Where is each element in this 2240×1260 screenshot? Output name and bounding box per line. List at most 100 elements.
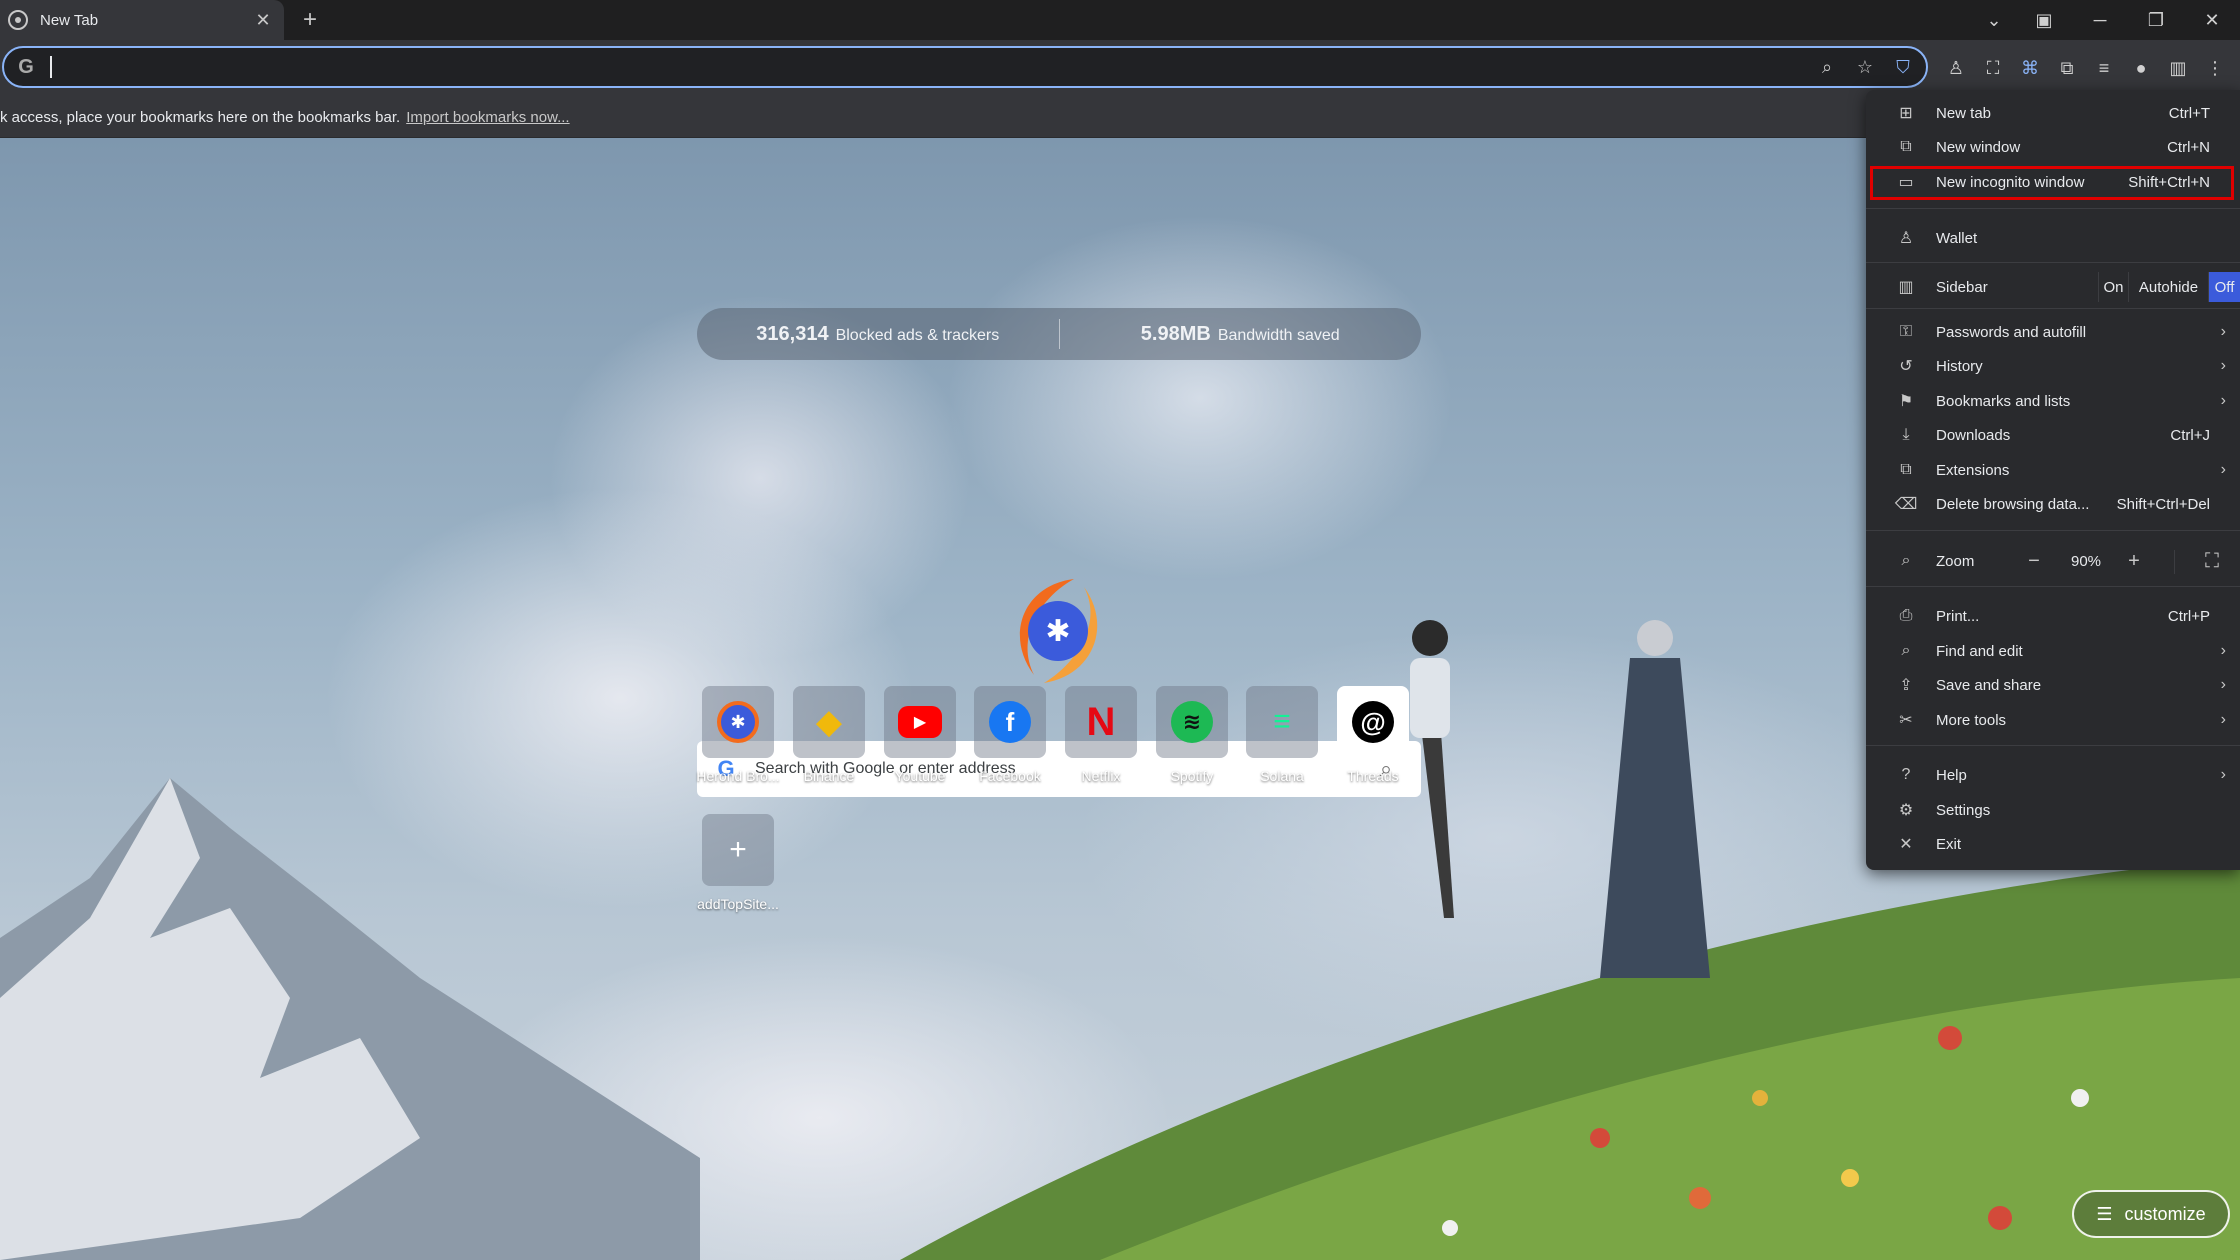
zoom-in-button[interactable]: +: [2118, 545, 2150, 577]
menu-shortcut: Ctrl+P: [2167, 607, 2210, 625]
chevron-right-icon: ›: [2220, 323, 2226, 340]
wallet-icon[interactable]: ♙: [1940, 52, 1972, 84]
close-tab-icon[interactable]: ✕: [250, 7, 276, 33]
menu-label: Extensions: [1936, 461, 2010, 479]
minimize-icon[interactable]: ─: [2078, 4, 2122, 36]
top-site-tile[interactable]: @: [1337, 686, 1409, 758]
menu-help[interactable]: ? Help ›: [1866, 758, 2240, 792]
menu-divider: [1866, 530, 2240, 531]
top-site-netflix[interactable]: N Netflix: [1063, 686, 1139, 784]
zoom-out-button[interactable]: −: [2018, 545, 2050, 577]
menu-label: History: [1936, 357, 1983, 375]
menu-bookmarks[interactable]: ⚑ Bookmarks and lists ›: [1866, 384, 2240, 418]
extensions-icon[interactable]: ⧉: [2051, 52, 2083, 84]
menu-label: Exit: [1936, 835, 1962, 853]
top-site-spotify[interactable]: ≋ Spotify: [1154, 686, 1230, 784]
side-panel-icon[interactable]: ▥: [2162, 52, 2194, 84]
tab-layout-icon[interactable]: ▣: [2022, 4, 2066, 36]
menu-label: Bookmarks and lists: [1936, 392, 2071, 410]
herond-logo-icon: ✱: [1019, 579, 1098, 683]
top-site-tile[interactable]: ▶: [884, 686, 956, 758]
menu-find-and-edit[interactable]: ⌕ Find and edit ›: [1866, 634, 2240, 668]
menu-settings[interactable]: ⚙ Settings: [1866, 793, 2240, 827]
close-window-icon[interactable]: ✕: [2190, 4, 2234, 36]
top-site-tile[interactable]: N: [1065, 686, 1137, 758]
fullscreen-icon[interactable]: ⛶: [2196, 545, 2228, 577]
menu-passwords[interactable]: ⚿ Passwords and autofill ›: [1866, 315, 2240, 349]
bookmark-star-icon[interactable]: ☆: [1850, 52, 1880, 82]
menu-downloads[interactable]: ⤓ Downloads Ctrl+J: [1866, 418, 2240, 452]
new-tab-icon: ⊞: [1899, 105, 1913, 122]
top-site-tile[interactable]: ◆: [793, 686, 865, 758]
media-icon[interactable]: ≡: [2088, 52, 2120, 84]
customize-button[interactable]: ☰ customize: [2072, 1190, 2230, 1238]
top-site-threads[interactable]: @ Threads: [1335, 686, 1411, 784]
top-site-label: Spotify: [1170, 768, 1214, 784]
tab-title: New Tab: [40, 11, 99, 29]
menu-exit[interactable]: ✕ Exit: [1866, 827, 2240, 861]
top-site-tile[interactable]: ≡: [1246, 686, 1318, 758]
top-site-solana[interactable]: ≡ Solana: [1244, 686, 1320, 784]
top-site-youtube[interactable]: ▶ Youtube: [882, 686, 958, 784]
menu-label: Downloads: [1936, 426, 2011, 444]
address-input[interactable]: [52, 58, 1812, 76]
history-icon: ↺: [1899, 358, 1913, 375]
import-bookmarks-link[interactable]: Import bookmarks now...: [406, 109, 569, 126]
add-top-site[interactable]: + addTopSite...: [697, 814, 779, 912]
menu-label: Find and edit: [1936, 642, 2023, 660]
add-top-site-button[interactable]: +: [702, 814, 774, 886]
zoom-level: 90%: [2070, 552, 2102, 570]
sidebar-option-on[interactable]: On: [2098, 272, 2128, 302]
menu-history[interactable]: ↺ History ›: [1866, 349, 2240, 383]
bandwidth-label: Bandwidth saved: [1217, 326, 1340, 344]
spotify-icon: ≋: [1171, 701, 1213, 743]
top-site-facebook[interactable]: f Facebook: [972, 686, 1048, 784]
top-site-tile[interactable]: ✱: [702, 686, 774, 758]
sidebar-option-off[interactable]: Off: [2208, 272, 2240, 302]
profile-icon[interactable]: ●: [2125, 52, 2157, 84]
app-menu: ⊞ New tab Ctrl+T ⧉ New window Ctrl+N ▭ N…: [1866, 90, 2240, 870]
zoom-icon[interactable]: ⌕: [1812, 52, 1842, 82]
translate-icon[interactable]: ⌘: [2014, 52, 2046, 84]
top-site-tile[interactable]: f: [974, 686, 1046, 758]
top-site-label: Facebook: [979, 768, 1041, 784]
menu-shortcut: Shift+Ctrl+Del: [2116, 495, 2210, 513]
sidebar-option-autohide[interactable]: Autohide: [2128, 272, 2208, 302]
top-site-herond[interactable]: ✱ Herond Bro...: [696, 686, 780, 784]
herond-favicon-icon: [8, 10, 28, 30]
top-site-binance[interactable]: ◆ Binance: [791, 686, 867, 784]
menu-label: Passwords and autofill: [1936, 323, 2087, 341]
puzzle-icon: ⧉: [1900, 461, 1912, 478]
tab-search-icon[interactable]: ⌄: [1972, 4, 2016, 36]
top-site-label: Binance: [803, 768, 855, 784]
new-tab-button[interactable]: +: [296, 6, 324, 34]
menu-new-tab[interactable]: ⊞ New tab Ctrl+T: [1866, 96, 2240, 130]
herond-icon: ✱: [717, 701, 759, 743]
menu-new-window[interactable]: ⧉ New window Ctrl+N: [1866, 130, 2240, 164]
menu-delete-browsing-data[interactable]: ⌫ Delete browsing data... Shift+Ctrl+Del: [1866, 487, 2240, 521]
shield-icon[interactable]: ⛉: [1888, 52, 1918, 82]
bookmarks-hint: k access, place your bookmarks here on t…: [0, 109, 401, 126]
menu-label: Wallet: [1936, 229, 1978, 247]
threads-icon: @: [1352, 701, 1394, 743]
menu-more-tools[interactable]: ✂ More tools ›: [1866, 703, 2240, 737]
menu-extensions[interactable]: ⧉ Extensions ›: [1866, 453, 2240, 487]
menu-wallet[interactable]: ♙ Wallet: [1866, 221, 2240, 255]
gear-icon: ⚙: [1898, 802, 1914, 819]
menu-label: Settings: [1936, 801, 1991, 819]
address-bar[interactable]: G ⌕ ☆ ⛉: [2, 46, 1928, 88]
new-window-icon: ⧉: [1900, 138, 1912, 155]
top-site-label: Herond Bro...: [696, 768, 780, 784]
menu-label: Help: [1936, 766, 1967, 784]
tab-new-tab[interactable]: New Tab ✕: [0, 0, 284, 40]
top-site-tile[interactable]: ≋: [1156, 686, 1228, 758]
menu-save-and-share[interactable]: ⇪ Save and share ›: [1866, 668, 2240, 702]
blocked-stat: 316,314 Blocked ads & trackers: [697, 323, 1059, 346]
more-menu-icon[interactable]: ⋮: [2199, 52, 2231, 84]
menu-print[interactable]: ⎙ Print... Ctrl+P: [1866, 599, 2240, 633]
screenshot-icon[interactable]: ⛶: [1977, 52, 2009, 84]
top-site-label: Solana: [1260, 768, 1304, 784]
zoom-divider: [2174, 550, 2175, 574]
restore-icon[interactable]: ❐: [2134, 4, 2178, 36]
menu-shortcut: Ctrl+T: [2168, 104, 2210, 122]
